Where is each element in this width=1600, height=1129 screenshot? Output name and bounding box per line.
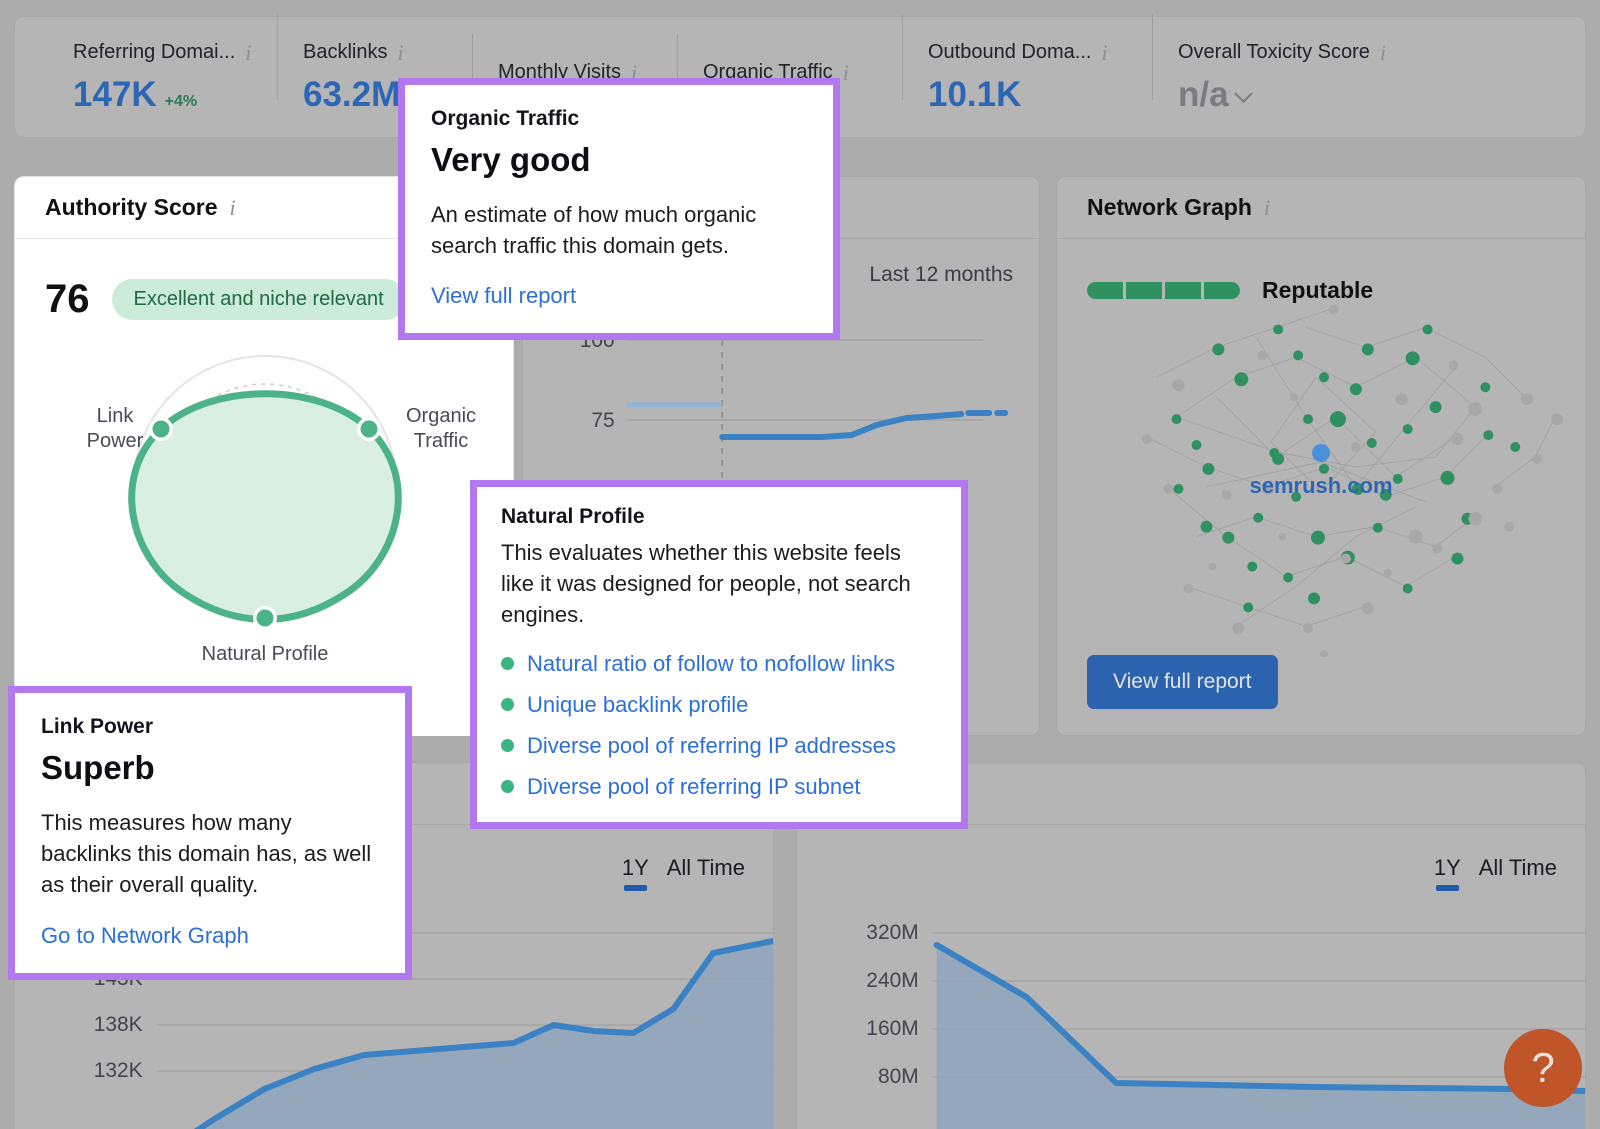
info-icon[interactable]: i	[245, 40, 251, 66]
stat-value: n/a	[1178, 75, 1229, 115]
info-icon[interactable]: i	[1101, 40, 1107, 66]
info-icon[interactable]: i	[230, 195, 236, 221]
info-icon[interactable]: i	[1264, 195, 1270, 221]
chevron-down-icon[interactable]	[1234, 84, 1252, 102]
info-icon[interactable]: i	[843, 60, 849, 86]
status-dot-icon	[501, 739, 514, 752]
authority-score-title: Authority Score	[45, 194, 218, 221]
info-icon[interactable]: i	[397, 40, 403, 66]
authority-score-value: 76	[45, 277, 90, 322]
backlinks-range-toggles: 1Y All Time	[1434, 855, 1557, 887]
network-graph-card-header: Network Graph i	[1057, 177, 1585, 239]
stat-value: 147K	[73, 75, 157, 115]
y-tick-3: 80M	[878, 1065, 919, 1088]
tooltip-kicker: Link Power	[41, 715, 379, 739]
network-graph-card: Network Graph i Reputable	[1056, 176, 1586, 736]
y-tick-0: 320M	[866, 921, 918, 944]
dashboard-root: Referring Domai... i 147K +4% Backlinks …	[0, 0, 1600, 1129]
tooltip-rating: Very good	[431, 141, 807, 179]
stat-outbound-domains[interactable]: Outbound Doma... i 10.1K	[902, 40, 1152, 115]
natural-profile-tooltip: Natural Profile This evaluates whether t…	[470, 480, 968, 829]
list-item[interactable]: Diverse pool of referring IP addresses	[501, 733, 937, 759]
list-item[interactable]: Diverse pool of referring IP subnet	[501, 774, 937, 800]
radar-label-link-power: Link Power	[67, 404, 163, 454]
status-dot-icon	[501, 780, 514, 793]
tooltip-factor-list: Natural ratio of follow to nofollow link…	[501, 651, 937, 800]
stat-value: 10.1K	[928, 75, 1021, 115]
radar-label-organic-traffic: Organic Traffic	[393, 404, 489, 454]
backlinks-chart: 320M 240M 160M 80M	[797, 913, 1585, 1129]
tooltip-description: This evaluates whether this website feel…	[501, 537, 937, 631]
go-to-network-graph-link[interactable]: Go to Network Graph	[41, 923, 249, 949]
network-graph-visualization[interactable]	[1057, 237, 1585, 657]
y-tick-2: 160M	[866, 1017, 918, 1040]
period-selector[interactable]: Last 12 months	[869, 263, 1013, 287]
radar-label-natural-profile: Natural Profile	[187, 642, 343, 667]
stat-referring-domains[interactable]: Referring Domai... i 147K +4%	[47, 40, 277, 115]
status-dot-icon	[501, 657, 514, 670]
stat-label-text: Referring Domai...	[73, 41, 235, 64]
toggle-1y[interactable]: 1Y	[622, 855, 649, 887]
tooltip-description: This measures how many backlinks this do…	[41, 807, 379, 901]
list-item-label: Diverse pool of referring IP subnet	[527, 774, 860, 800]
list-item-label: Diverse pool of referring IP addresses	[527, 733, 896, 759]
referring-domains-range-toggles: 1Y All Time	[622, 855, 745, 887]
list-item[interactable]: Natural ratio of follow to nofollow link…	[501, 651, 937, 677]
radar-svg	[15, 328, 514, 688]
toggle-all-time[interactable]: All Time	[1479, 855, 1557, 887]
stat-label-text: Outbound Doma...	[928, 41, 1091, 64]
stat-label-text: Overall Toxicity Score	[1178, 41, 1370, 64]
authority-radar-chart: Link Power Organic Traffic Natural Profi…	[15, 328, 513, 688]
network-graph-domain-label: semrush.com	[1249, 473, 1392, 499]
tooltip-rating: Superb	[41, 749, 379, 787]
authority-score-badge: Excellent and niche relevant	[112, 279, 406, 320]
view-full-report-button[interactable]: View full report	[1087, 655, 1278, 709]
y-tick-3: 132K	[94, 1059, 143, 1082]
y-tick-1: 240M	[866, 969, 918, 992]
view-full-report-link[interactable]: View full report	[431, 283, 576, 309]
list-item-label: Unique backlink profile	[527, 692, 748, 718]
network-graph-title: Network Graph	[1087, 194, 1252, 221]
organic-traffic-tooltip: Organic Traffic Very good An estimate of…	[398, 78, 840, 340]
stat-value: 63.2M	[303, 75, 400, 115]
stat-label-text: Backlinks	[303, 41, 387, 64]
info-icon[interactable]: i	[1380, 40, 1386, 66]
link-power-tooltip: Link Power Superb This measures how many…	[8, 686, 412, 980]
tooltip-kicker: Natural Profile	[501, 505, 937, 529]
y-tick-2: 138K	[94, 1013, 143, 1036]
status-dot-icon	[501, 698, 514, 711]
tooltip-description: An estimate of how much organic search t…	[431, 199, 807, 261]
tooltip-kicker: Organic Traffic	[431, 107, 807, 131]
stat-delta: +4%	[165, 93, 197, 111]
stat-overall-toxicity-score[interactable]: Overall Toxicity Score i n/a	[1152, 40, 1442, 115]
toggle-all-time[interactable]: All Time	[667, 855, 745, 887]
list-item-label: Natural ratio of follow to nofollow link…	[527, 651, 895, 677]
toggle-1y[interactable]: 1Y	[1434, 855, 1461, 887]
y-tick-75: 75	[591, 409, 614, 432]
list-item[interactable]: Unique backlink profile	[501, 692, 937, 718]
help-button[interactable]: ?	[1504, 1029, 1582, 1107]
